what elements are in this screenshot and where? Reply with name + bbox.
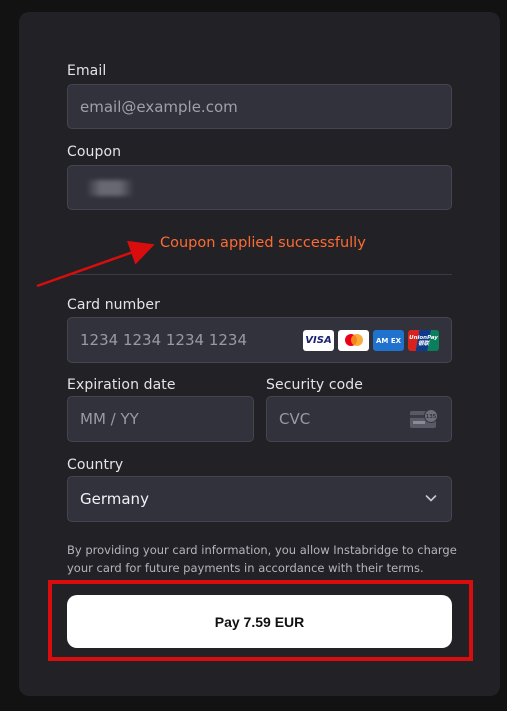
country-value: Germany [80,490,149,508]
email-field[interactable]: email@example.com [67,84,452,129]
coupon-success-message: Coupon applied successfully [160,235,366,251]
cvc-icon-number: 135 [426,414,437,420]
cvc-placeholder: CVC [279,410,311,428]
country-label: Country [67,457,124,473]
cvc-field[interactable]: CVC 135 [266,396,452,442]
terms-text: By providing your card information, you … [67,543,457,575]
card-number-field[interactable]: 1234 1234 1234 1234 VISA AM EX UnionPay … [67,317,452,363]
coupon-field[interactable] [67,165,452,210]
amex-icon: AM EX [373,330,404,351]
coupon-value-redacted [86,180,134,196]
email-placeholder: email@example.com [80,97,238,116]
visa-icon: VISA [303,330,334,351]
expiry-field[interactable]: MM / YY [67,396,254,442]
country-select[interactable]: Germany [67,476,452,522]
coupon-label: Coupon [67,144,122,160]
card-number-label: Card number [67,297,160,313]
expiry-placeholder: MM / YY [80,410,139,428]
chevron-down-icon [425,495,437,502]
section-divider [67,274,452,275]
annotation-highlight-box [48,580,473,661]
unionpay-icon: UnionPay 银联 [408,330,439,351]
cvc-label: Security code [266,377,364,393]
card-back-icon: 135 [410,409,438,428]
mastercard-icon [338,330,369,351]
card-number-placeholder: 1234 1234 1234 1234 [80,331,247,349]
card-brand-logos: VISA AM EX UnionPay 银联 [303,330,439,351]
email-label: Email [67,63,107,79]
expiry-label: Expiration date [67,377,176,393]
